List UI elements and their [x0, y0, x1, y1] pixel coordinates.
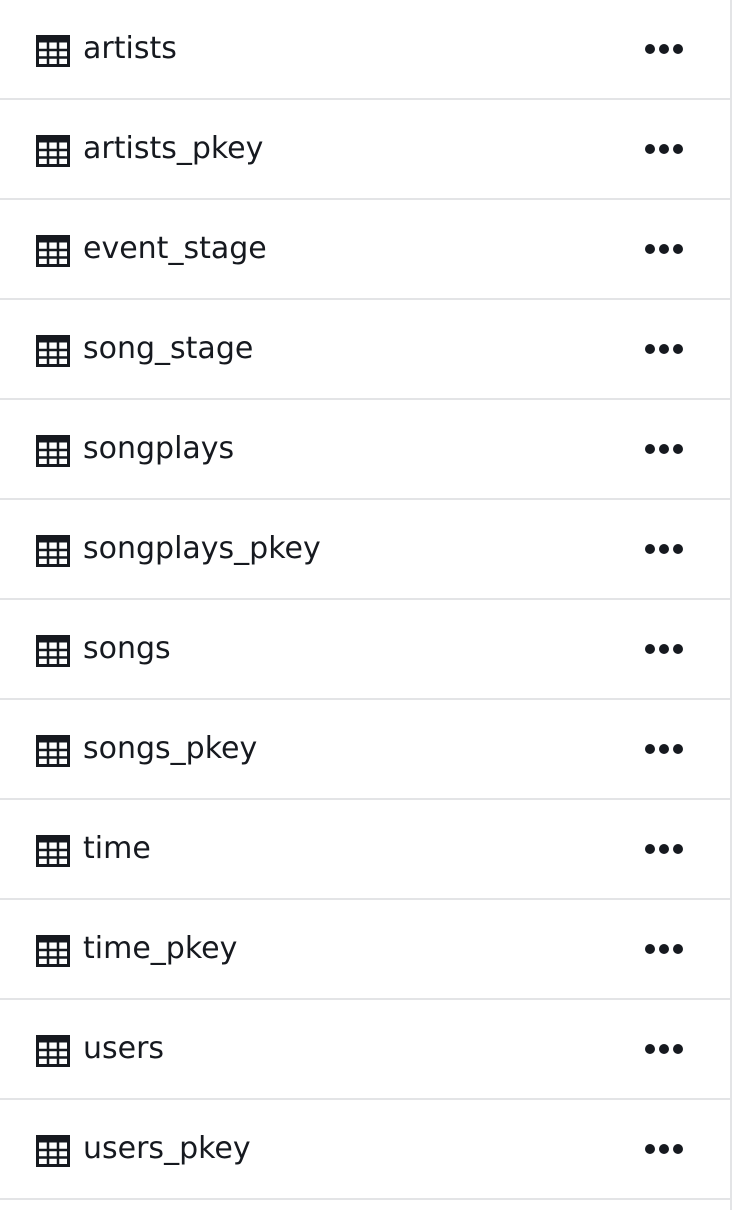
list-item[interactable]: time_pkey — [0, 900, 730, 1000]
list-item[interactable]: song_stage — [0, 300, 730, 400]
dot — [673, 44, 683, 54]
table-name: users_pkey — [83, 1131, 251, 1166]
table-list-panel: artists artists_pkey event_stage song_st… — [0, 0, 732, 1210]
dot — [645, 644, 655, 654]
dot — [673, 1044, 683, 1054]
dot — [673, 744, 683, 754]
table-icon — [36, 635, 70, 667]
dot — [659, 144, 669, 154]
table-name: songs — [83, 631, 171, 666]
more-options-button[interactable] — [640, 934, 688, 964]
table-name: songs_pkey — [83, 731, 258, 766]
more-options-icon — [643, 1144, 685, 1154]
dot — [673, 344, 683, 354]
more-options-icon — [643, 444, 685, 454]
more-options-button[interactable] — [640, 1134, 688, 1164]
table-name: users — [83, 1031, 165, 1066]
table-icon — [36, 435, 70, 467]
dot — [645, 244, 655, 254]
more-options-button[interactable] — [640, 1034, 688, 1064]
table-name: event_stage — [83, 231, 267, 266]
more-options-icon — [643, 544, 685, 554]
more-options-button[interactable] — [640, 834, 688, 864]
dot — [645, 444, 655, 454]
dot — [645, 844, 655, 854]
table-name: artists — [83, 31, 177, 66]
more-options-button[interactable] — [640, 534, 688, 564]
more-options-icon — [643, 344, 685, 354]
dot — [659, 1044, 669, 1054]
dot — [645, 544, 655, 554]
dot — [645, 44, 655, 54]
list-item[interactable]: songs — [0, 600, 730, 700]
list-item[interactable]: artists — [0, 0, 730, 100]
dot — [659, 1144, 669, 1154]
dot — [659, 944, 669, 954]
table-icon — [36, 735, 70, 767]
more-options-icon — [643, 744, 685, 754]
dot — [673, 144, 683, 154]
table-name: song_stage — [83, 331, 254, 366]
table-name: songplays — [83, 431, 235, 466]
table-icon — [36, 535, 70, 567]
more-options-icon — [643, 244, 685, 254]
list-item[interactable]: time — [0, 800, 730, 900]
dot — [673, 644, 683, 654]
table-icon — [36, 1135, 70, 1167]
more-options-button[interactable] — [640, 434, 688, 464]
table-list: artists artists_pkey event_stage song_st… — [0, 0, 730, 1200]
dot — [673, 944, 683, 954]
dot — [659, 844, 669, 854]
list-item[interactable]: songplays — [0, 400, 730, 500]
more-options-button[interactable] — [640, 734, 688, 764]
list-item[interactable]: songplays_pkey — [0, 500, 730, 600]
table-icon — [36, 835, 70, 867]
table-icon — [36, 335, 70, 367]
more-options-button[interactable] — [640, 234, 688, 264]
more-options-icon — [643, 44, 685, 54]
dot — [659, 344, 669, 354]
more-options-icon — [643, 1044, 685, 1054]
more-options-button[interactable] — [640, 134, 688, 164]
more-options-icon — [643, 944, 685, 954]
dot — [645, 744, 655, 754]
dot — [659, 444, 669, 454]
more-options-icon — [643, 844, 685, 854]
table-icon — [36, 935, 70, 967]
dot — [673, 244, 683, 254]
more-options-button[interactable] — [640, 334, 688, 364]
list-item[interactable]: songs_pkey — [0, 700, 730, 800]
list-item[interactable]: users_pkey — [0, 1100, 730, 1200]
dot — [645, 944, 655, 954]
dot — [673, 844, 683, 854]
table-name: time_pkey — [83, 931, 238, 966]
dot — [645, 344, 655, 354]
dot — [673, 444, 683, 454]
table-icon — [36, 235, 70, 267]
dot — [659, 44, 669, 54]
table-name: time — [83, 831, 151, 866]
dot — [645, 1044, 655, 1054]
more-options-icon — [643, 644, 685, 654]
dot — [645, 144, 655, 154]
dot — [659, 544, 669, 554]
dot — [673, 544, 683, 554]
more-options-button[interactable] — [640, 34, 688, 64]
dot — [659, 744, 669, 754]
more-options-icon — [643, 144, 685, 154]
table-name: artists_pkey — [83, 131, 264, 166]
table-name: songplays_pkey — [83, 531, 321, 566]
list-item[interactable]: event_stage — [0, 200, 730, 300]
dot — [659, 644, 669, 654]
list-item[interactable]: artists_pkey — [0, 100, 730, 200]
dot — [659, 244, 669, 254]
table-icon — [36, 35, 70, 67]
more-options-button[interactable] — [640, 634, 688, 664]
table-icon — [36, 1035, 70, 1067]
table-icon — [36, 135, 70, 167]
dot — [673, 1144, 683, 1154]
dot — [645, 1144, 655, 1154]
list-item[interactable]: users — [0, 1000, 730, 1100]
